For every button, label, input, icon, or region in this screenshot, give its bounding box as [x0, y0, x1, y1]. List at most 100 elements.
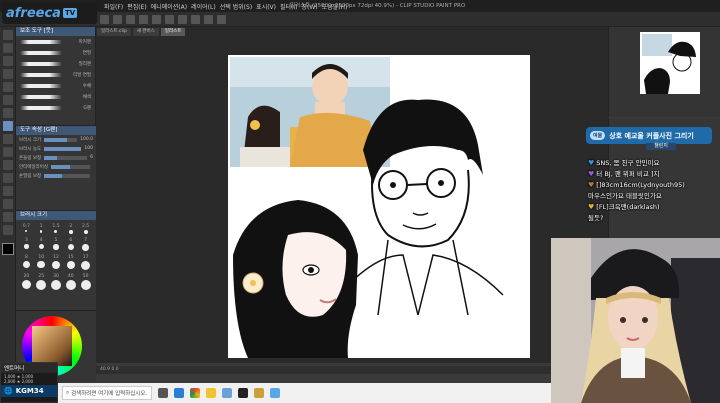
select-tool-icon[interactable] [2, 56, 13, 66]
redo-icon[interactable] [152, 14, 161, 24]
brush-size-option[interactable]: 2 [63, 224, 78, 234]
menu-item-edit[interactable]: 편집(E) [127, 2, 147, 11]
open-icon[interactable] [113, 14, 122, 24]
property-slider[interactable] [44, 173, 90, 178]
brush-size-label: 40 [67, 273, 74, 279]
brush-size-option[interactable]: 40 [63, 274, 78, 290]
menu-item-file[interactable]: 파일(F) [104, 2, 123, 11]
undo-icon[interactable] [139, 14, 148, 24]
main-color-swatch[interactable] [2, 243, 14, 255]
brush-size-option[interactable]: 7 [78, 238, 93, 251]
task-view-icon[interactable] [158, 388, 168, 398]
property-slider[interactable] [44, 146, 82, 151]
brush-item[interactable]: 마커펜 [16, 36, 95, 47]
brush-item[interactable]: 채색 [16, 91, 95, 102]
eyedropper-tool-icon[interactable] [2, 82, 13, 92]
transform-icon[interactable] [191, 14, 200, 24]
property-slider[interactable] [44, 137, 78, 142]
lasso-tool-icon[interactable] [2, 69, 13, 79]
property-row[interactable]: 안티에일리어싱 [16, 162, 96, 171]
brush-size-label: 25 [38, 273, 45, 279]
fill-tool-icon[interactable] [2, 173, 13, 183]
clipstudio-icon[interactable] [238, 388, 248, 398]
canvas-tab[interactable]: 일러스트.clip [97, 28, 131, 36]
brush-size-option[interactable]: 4 [34, 238, 49, 251]
eraser-tool-icon[interactable] [2, 147, 13, 157]
brush-size-panel: 브러시 크기 0.7 1 1.5 2 2.5 3 4 5 6 7 8 10 12 15 17 20 25 30 40… [16, 210, 96, 310]
pencil-tool-icon[interactable] [2, 108, 13, 118]
brush-size-dot [38, 244, 44, 249]
property-row[interactable]: 브러시 농도 100 [16, 144, 96, 153]
brush-size-label: 2.5 [82, 224, 90, 229]
brush-size-option[interactable]: 25 [34, 274, 49, 290]
brush-tool-icon[interactable] [2, 121, 13, 131]
property-row[interactable]: 손떨림 보정 [16, 171, 96, 180]
fill-icon[interactable] [178, 14, 187, 24]
pen-tool-icon[interactable] [2, 95, 13, 105]
store-icon[interactable] [222, 388, 232, 398]
brush-item[interactable]: 밀리펜 [16, 58, 95, 69]
brush-size-option[interactable]: 1.5 [49, 224, 64, 234]
zoom-tool-icon[interactable] [2, 30, 13, 40]
chat-message: 마우스인가요 태블릿인가요 [588, 191, 714, 202]
brush-size-option[interactable]: 5 [49, 238, 64, 251]
brush-size-option[interactable]: 6 [63, 238, 78, 251]
menu-item-view[interactable]: 표시(V) [256, 2, 276, 11]
chat-subtab[interactable]: 챌린지 [646, 143, 676, 150]
property-row[interactable]: 흔들림 보정 6 [16, 153, 96, 162]
photo-app-icon[interactable] [254, 388, 264, 398]
navigator-thumbnail[interactable] [640, 32, 700, 94]
save-icon[interactable] [126, 14, 135, 24]
property-slider[interactable] [50, 164, 90, 169]
text-tool-icon[interactable] [2, 212, 13, 222]
brush-size-label: 17 [82, 254, 89, 260]
brush-size-option[interactable]: 3 [19, 238, 34, 251]
brush-item[interactable]: G펜 [16, 102, 95, 113]
airbrush-tool-icon[interactable] [2, 134, 13, 144]
brush-label: 연필 [82, 50, 91, 56]
balloon-tool-icon[interactable] [2, 225, 13, 235]
snap-icon[interactable] [217, 14, 226, 24]
menu-item-layer[interactable]: 레이어(L) [191, 2, 216, 11]
brush-size-option[interactable]: 0.7 [19, 224, 34, 234]
taskbar-search-input[interactable]: ⌕ 검색하려면 여기에 입력하십시오. [62, 386, 152, 400]
move-tool-icon[interactable] [2, 43, 13, 53]
brush-size-option[interactable]: 10 [34, 255, 49, 270]
canvas-tab[interactable]: 새 캔버스 [132, 28, 159, 36]
explorer-icon[interactable] [206, 388, 216, 398]
deselect-icon[interactable] [204, 14, 213, 24]
brush-size-option[interactable]: 30 [49, 274, 64, 290]
blend-tool-icon[interactable] [2, 160, 13, 170]
gradient-tool-icon[interactable] [2, 186, 13, 196]
figure-tool-icon[interactable] [2, 199, 13, 209]
new-file-icon[interactable] [100, 14, 109, 24]
brush-size-option[interactable]: 8 [19, 255, 34, 270]
edge-icon[interactable] [174, 388, 184, 398]
brush-size-option[interactable]: 2.5 [78, 224, 93, 234]
canvas-tab-active[interactable]: 일러스트 [160, 28, 186, 36]
brush-size-option[interactable]: 20 [19, 274, 34, 290]
property-row[interactable]: 브러시 크기 100.0 [16, 135, 96, 144]
chat-message-text: 될듯? [588, 214, 604, 222]
brush-size-option[interactable]: 12 [49, 255, 64, 270]
color-square[interactable] [32, 326, 72, 366]
brush-size-option[interactable]: 15 [63, 255, 78, 270]
brush-item[interactable]: 연필 [16, 47, 95, 58]
brush-size-option[interactable]: 50 [78, 274, 93, 290]
brush-size-dot [82, 244, 89, 251]
property-slider[interactable] [44, 155, 88, 160]
brush-size-option[interactable]: 17 [78, 255, 93, 270]
chat-title: 상호 예교울 커플사진 그리기 [609, 131, 694, 140]
chrome-icon[interactable] [190, 388, 200, 398]
chat-message: ♥ 터 BJ, 팬 뷔퍼 비교 ]지 [588, 169, 714, 180]
menu-item-selection[interactable]: 선택 범위(S) [220, 2, 252, 11]
brush-item[interactable]: 수채 [16, 80, 95, 91]
afreeca-app-icon[interactable] [270, 388, 280, 398]
brush-size-label: 2 [69, 224, 73, 229]
brush-size-option[interactable]: 1 [34, 224, 49, 234]
brush-size-dot [24, 244, 29, 249]
menu-item-animation[interactable]: 애니메이션(A) [151, 2, 187, 11]
brush-label: 마커펜 [78, 39, 91, 45]
brush-item[interactable]: 리얼 연필 [16, 69, 95, 80]
delete-icon[interactable] [165, 14, 174, 24]
